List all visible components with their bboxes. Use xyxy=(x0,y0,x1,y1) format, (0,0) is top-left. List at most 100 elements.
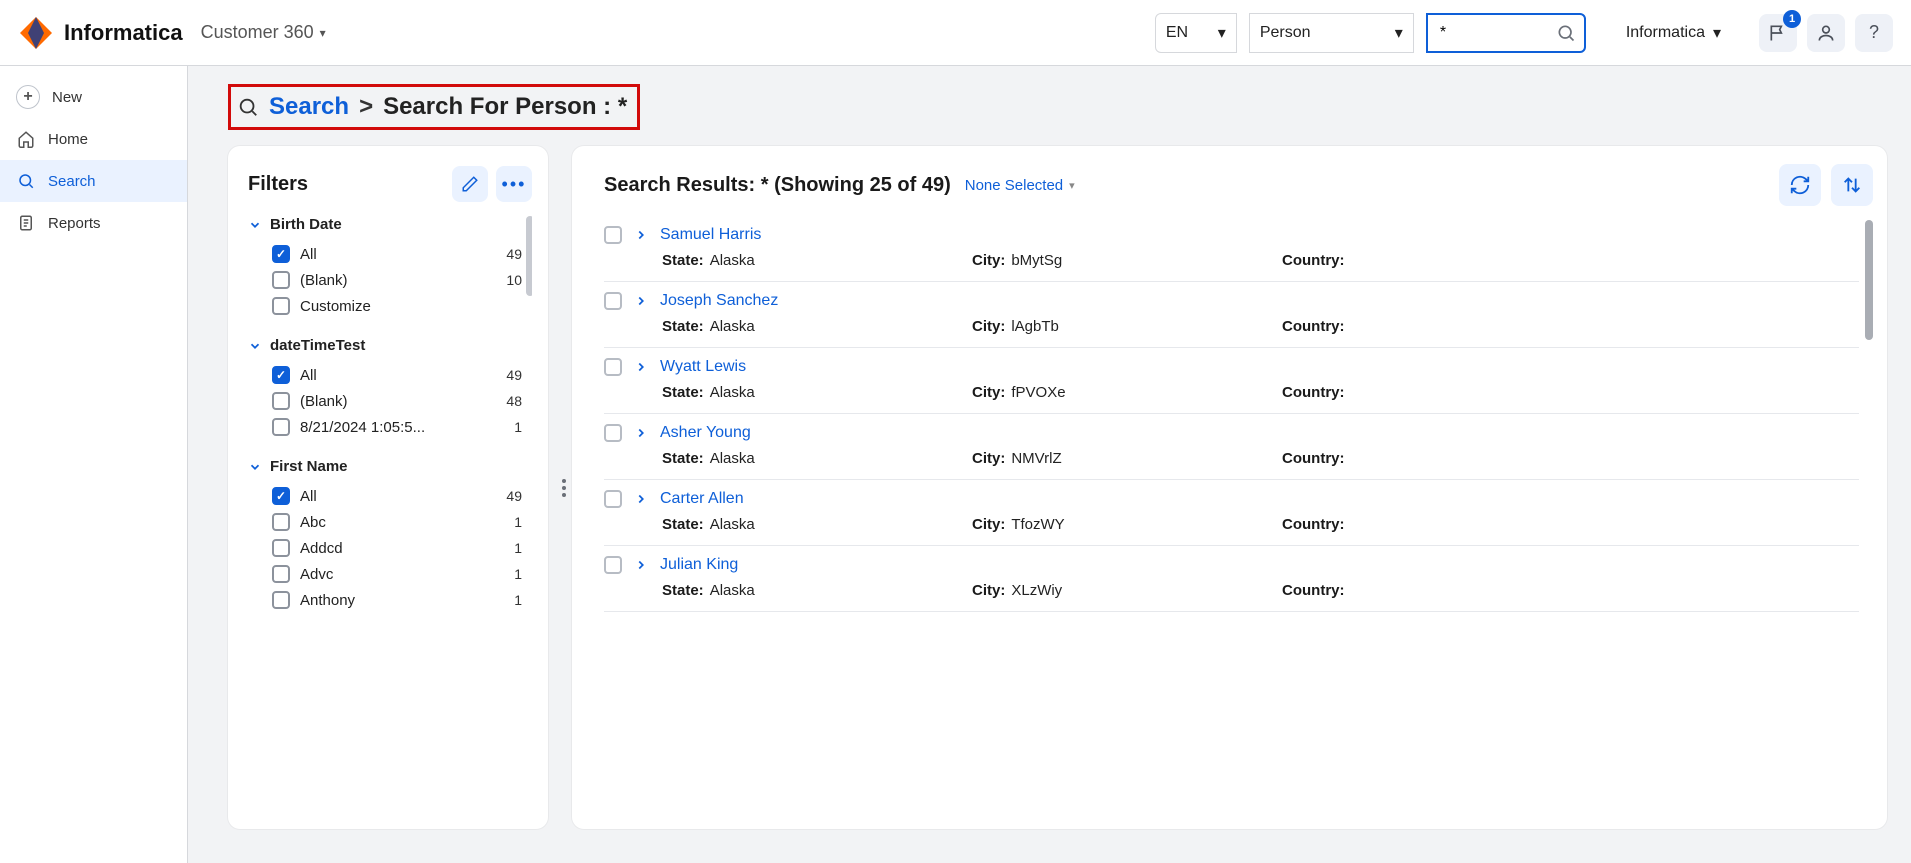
edit-filters-button[interactable] xyxy=(452,166,488,202)
filter-option-label: Anthony xyxy=(300,592,355,609)
person-first-name: Samuel xyxy=(660,226,714,243)
org-switcher[interactable]: Informatica ▾ xyxy=(1626,23,1721,43)
filter-option[interactable]: Customize xyxy=(248,293,522,319)
checkbox[interactable] xyxy=(272,565,290,583)
expand-row-button[interactable] xyxy=(634,426,648,440)
checkbox[interactable] xyxy=(272,297,290,315)
expand-row-button[interactable] xyxy=(634,228,648,242)
filter-option[interactable]: (Blank)10 xyxy=(248,267,522,293)
kv-key: City: xyxy=(972,450,1005,467)
breadcrumb-root[interactable]: Search xyxy=(269,93,349,121)
result-row: Julian KingState:AlaskaCity:XLzWiyCountr… xyxy=(604,546,1859,612)
app-name: Customer 360 xyxy=(201,22,314,43)
kv-state: State:Alaska xyxy=(662,384,962,401)
filter-option-count: 1 xyxy=(514,514,522,530)
checkbox[interactable] xyxy=(272,392,290,410)
filter-option[interactable]: All49 xyxy=(248,241,522,267)
chevron-right-icon xyxy=(634,360,648,374)
entity-type-value: Person xyxy=(1260,24,1311,42)
checkbox[interactable] xyxy=(272,418,290,436)
kv-key: State: xyxy=(662,582,704,599)
kv-city: City:NMVrlZ xyxy=(972,450,1272,467)
sidebar-item-new[interactable]: + New xyxy=(0,76,187,118)
expand-row-button[interactable] xyxy=(634,492,648,506)
results-scrollbar[interactable] xyxy=(1865,220,1873,340)
checkbox[interactable] xyxy=(272,487,290,505)
filter-group-toggle[interactable]: Birth Date xyxy=(248,216,522,233)
notifications-button[interactable]: 1 xyxy=(1759,14,1797,52)
result-row: Joseph SanchezState:AlaskaCity:lAgbTbCou… xyxy=(604,282,1859,348)
filters-panel: Filters ••• Birth DateAll49(Blank)10Cust… xyxy=(228,146,548,829)
filter-group: Birth Date All49(Blank)10 Customize xyxy=(248,216,522,319)
sort-button[interactable] xyxy=(1831,164,1873,206)
language-select[interactable]: EN ▾ xyxy=(1155,13,1237,53)
panel-resize-handle[interactable] xyxy=(562,479,566,497)
sidebar-item-search[interactable]: Search xyxy=(0,160,187,202)
checkbox[interactable] xyxy=(272,271,290,289)
filter-option[interactable]: Abc1 xyxy=(248,509,522,535)
row-checkbox[interactable] xyxy=(604,292,622,310)
chevron-down-icon: ▾ xyxy=(1069,179,1075,192)
plus-icon: + xyxy=(16,85,40,109)
checkbox[interactable] xyxy=(272,539,290,557)
result-row-details: State:AlaskaCity:TfozWYCountry: xyxy=(604,516,1859,533)
result-row: Asher YoungState:AlaskaCity:NMVrlZCountr… xyxy=(604,414,1859,480)
person-name-link[interactable]: Julian King xyxy=(660,556,738,574)
none-selected-dropdown[interactable]: None Selected ▾ xyxy=(965,177,1075,194)
informatica-logo-icon xyxy=(18,15,54,51)
filter-option-label: 8/21/2024 1:05:5... xyxy=(300,419,425,436)
results-list: Samuel HarrisState:AlaskaCity:bMytSgCoun… xyxy=(604,216,1873,829)
kv-key: Country: xyxy=(1282,516,1345,533)
kv-country: Country: xyxy=(1282,516,1859,533)
filter-option[interactable]: All49 xyxy=(248,483,522,509)
row-checkbox[interactable] xyxy=(604,424,622,442)
kv-key: State: xyxy=(662,516,704,533)
filters-scrollbar[interactable] xyxy=(526,216,532,296)
filter-option[interactable]: Anthony1 xyxy=(248,587,522,613)
person-last-name: Allen xyxy=(708,490,744,507)
expand-row-button[interactable] xyxy=(634,360,648,374)
more-filters-button[interactable]: ••• xyxy=(496,166,532,202)
filter-option[interactable]: Addcd1 xyxy=(248,535,522,561)
person-name-link[interactable]: Wyatt Lewis xyxy=(660,358,746,376)
checkbox[interactable] xyxy=(272,245,290,263)
person-name-link[interactable]: Joseph Sanchez xyxy=(660,292,778,310)
filter-group-toggle[interactable]: First Name xyxy=(248,458,522,475)
kv-state: State:Alaska xyxy=(662,318,962,335)
filter-option[interactable]: All49 xyxy=(248,362,522,388)
person-name-link[interactable]: Carter Allen xyxy=(660,490,744,508)
checkbox[interactable] xyxy=(272,366,290,384)
checkbox[interactable] xyxy=(272,591,290,609)
global-search-input[interactable] xyxy=(1438,23,1556,43)
profile-button[interactable] xyxy=(1807,14,1845,52)
filter-option[interactable]: Advc1 xyxy=(248,561,522,587)
row-checkbox[interactable] xyxy=(604,226,622,244)
row-checkbox[interactable] xyxy=(604,490,622,508)
sidebar-item-reports[interactable]: Reports xyxy=(0,202,187,244)
sidebar-item-home[interactable]: Home xyxy=(0,118,187,160)
entity-type-select[interactable]: Person ▾ xyxy=(1249,13,1414,53)
result-row: Carter Allen State:AlaskaCity:TfozWYCount… xyxy=(604,480,1859,546)
kv-key: State: xyxy=(662,318,704,335)
help-button[interactable]: ? xyxy=(1855,14,1893,52)
kv-city: City:XLzWiy xyxy=(972,582,1272,599)
filter-option[interactable]: (Blank)48 xyxy=(248,388,522,414)
global-search-box[interactable] xyxy=(1426,13,1586,53)
filter-option-count: 1 xyxy=(514,540,522,556)
filter-group: dateTimeTestAll49(Blank)488/21/2024 1:05… xyxy=(248,337,522,440)
filter-group-toggle[interactable]: dateTimeTest xyxy=(248,337,522,354)
filter-option[interactable]: 8/21/2024 1:05:5...1 xyxy=(248,414,522,440)
expand-row-button[interactable] xyxy=(634,558,648,572)
kv-state: State:Alaska xyxy=(662,450,962,467)
sidebar-label: New xyxy=(52,89,82,106)
refresh-button[interactable] xyxy=(1779,164,1821,206)
row-checkbox[interactable] xyxy=(604,556,622,574)
app-switcher[interactable]: Customer 360 ▾ xyxy=(201,22,326,43)
filter-option-label: Customize xyxy=(300,298,371,315)
row-checkbox[interactable] xyxy=(604,358,622,376)
expand-row-button[interactable] xyxy=(634,294,648,308)
filter-option-label: Advc xyxy=(300,566,333,583)
checkbox[interactable] xyxy=(272,513,290,531)
person-name-link[interactable]: Asher Young xyxy=(660,424,751,442)
person-name-link[interactable]: Samuel Harris xyxy=(660,226,761,244)
